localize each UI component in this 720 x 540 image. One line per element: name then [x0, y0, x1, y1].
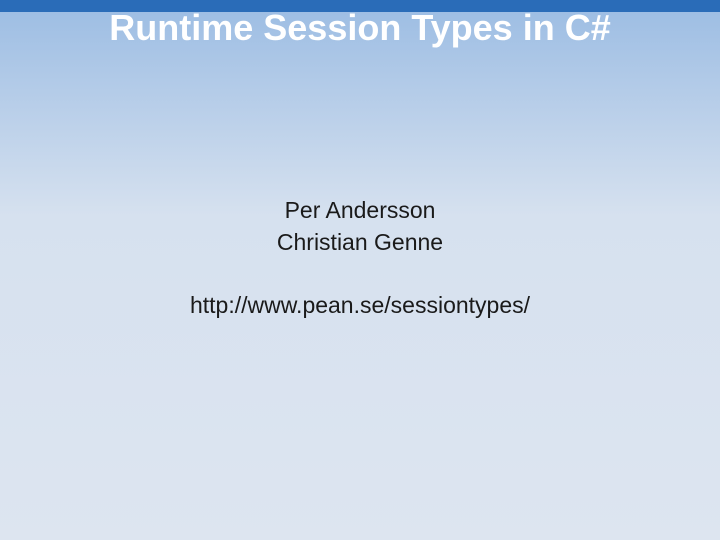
slide: Runtime Session Types in C# Per Andersso… — [0, 0, 720, 540]
project-url: http://www.pean.se/sessiontypes/ — [0, 289, 720, 321]
author-name: Per Andersson — [0, 194, 720, 226]
author-name: Christian Genne — [0, 226, 720, 258]
slide-content: Per Andersson Christian Genne http://www… — [0, 194, 720, 321]
slide-title: Runtime Session Types in C# — [0, 6, 720, 49]
